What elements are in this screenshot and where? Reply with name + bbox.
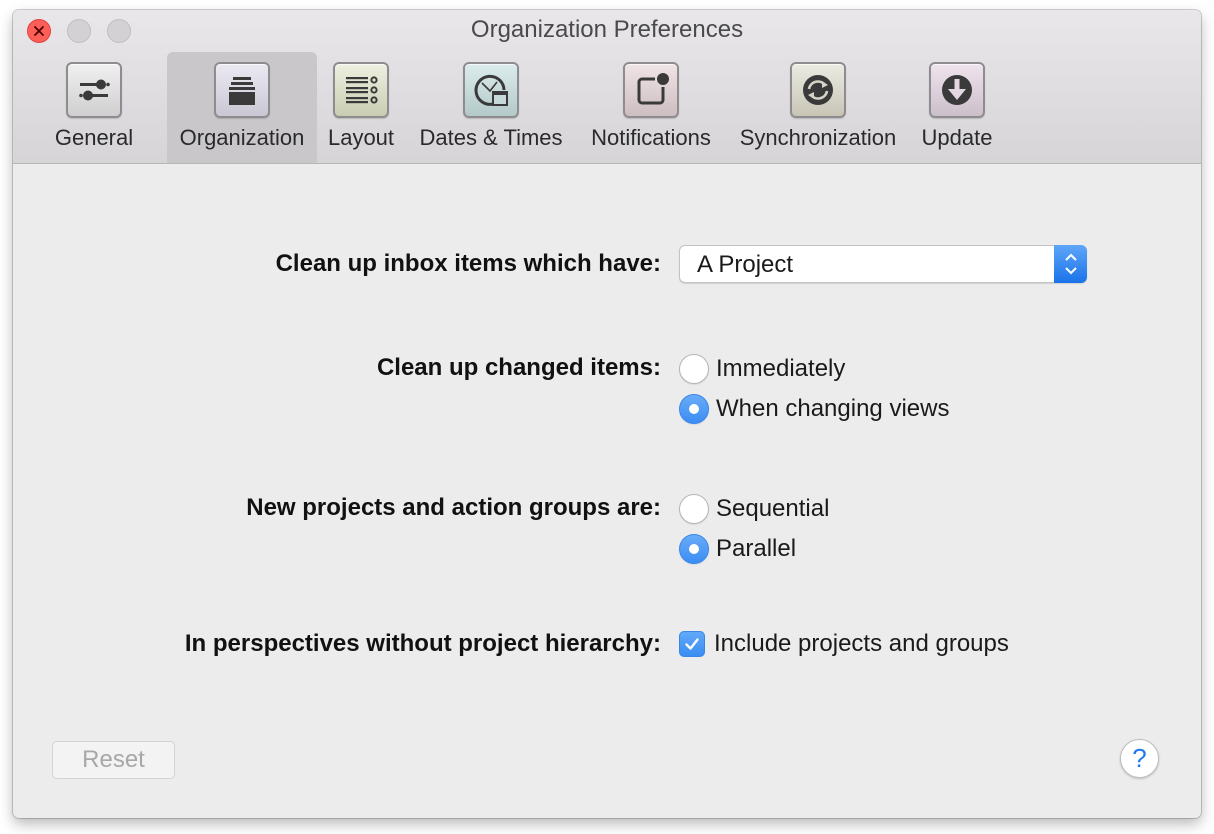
checkbox-label: Include projects and groups <box>714 630 1009 657</box>
help-button[interactable]: ? <box>1120 739 1159 778</box>
radio-when-changing-views[interactable]: When changing views <box>679 394 949 424</box>
chevron-up-down-icon <box>1064 253 1077 275</box>
changed-items-label: Clean up changed items: <box>376 354 661 381</box>
inbox-cleanup-popup[interactable]: A Project <box>679 245 1087 283</box>
popup-stepper[interactable] <box>1054 245 1087 283</box>
radio-button[interactable] <box>679 494 709 524</box>
notification-badge-icon <box>637 73 669 105</box>
window-title: Organization Preferences <box>470 16 744 43</box>
tab-synchronization[interactable]: Synchronization <box>731 52 905 163</box>
tab-update[interactable]: Update <box>915 52 999 163</box>
checkbox[interactable] <box>679 631 705 657</box>
tab-organization[interactable]: Organization <box>167 52 317 163</box>
radio-button[interactable] <box>679 534 709 564</box>
radio-button[interactable] <box>679 394 709 424</box>
radio-immediately[interactable]: Immediately <box>679 354 845 384</box>
tab-label: Update <box>921 125 993 150</box>
new-projects-label: New projects and action groups are: <box>246 494 661 521</box>
radio-label: Parallel <box>716 535 797 562</box>
tab-label: General <box>54 125 134 150</box>
tab-notifications[interactable]: Notifications <box>583 52 719 163</box>
radio-label: Immediately <box>716 355 846 382</box>
tab-label: Organization <box>179 125 305 150</box>
list-layout-icon <box>346 76 378 104</box>
inbox-cleanup-label: Clean up inbox items which have: <box>275 250 661 277</box>
popup-selected-value: A Project <box>697 251 794 278</box>
tab-layout[interactable]: Layout <box>321 52 401 163</box>
preferences-window: Organization Preferences General Organiz… <box>13 10 1201 818</box>
radio-sequential[interactable]: Sequential <box>679 494 829 524</box>
clock-calendar-icon <box>474 74 508 106</box>
checkmark-icon <box>685 638 699 650</box>
toolbar: Organization Preferences General Organiz… <box>13 10 1201 164</box>
radio-label: Sequential <box>716 495 830 522</box>
tab-general[interactable]: General <box>42 52 146 163</box>
tab-dates-times[interactable]: Dates & Times <box>411 52 571 163</box>
tab-label: Synchronization <box>739 125 897 150</box>
download-arrow-icon <box>942 75 972 105</box>
radio-parallel[interactable]: Parallel <box>679 534 796 564</box>
tab-label: Notifications <box>591 125 711 150</box>
tab-label: Layout <box>327 125 395 150</box>
radio-button[interactable] <box>679 354 709 384</box>
perspectives-label: In perspectives without project hierarch… <box>184 630 661 657</box>
radio-label: When changing views <box>716 395 950 422</box>
inbox-stack-icon <box>229 77 255 105</box>
include-projects-checkbox[interactable]: Include projects and groups <box>679 630 1009 658</box>
reset-button[interactable]: Reset <box>52 741 175 779</box>
sliders-icon <box>79 79 110 101</box>
sync-icon <box>803 75 833 105</box>
tab-label: Dates & Times <box>419 125 563 150</box>
